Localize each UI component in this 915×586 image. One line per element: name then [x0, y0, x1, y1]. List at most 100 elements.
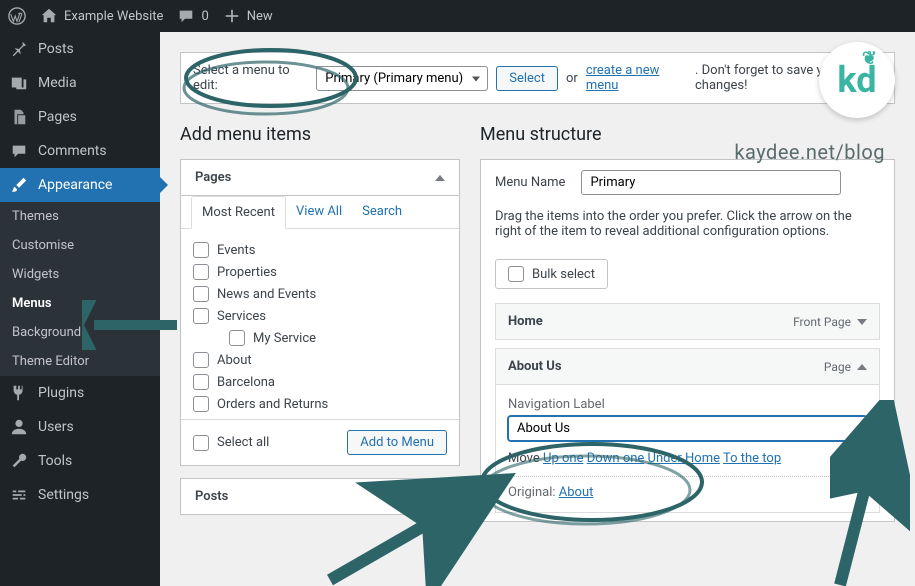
original-label: Original: [508, 485, 556, 500]
page-label: Events [217, 243, 255, 258]
plug-icon [10, 384, 28, 402]
tab-most-recent[interactable]: Most Recent [191, 196, 286, 229]
page-icon [10, 108, 28, 126]
nav-label-label: Navigation Label [508, 397, 867, 412]
chevron-down-icon [435, 494, 445, 500]
add-items-heading: Add menu items [180, 124, 460, 145]
new-link[interactable]: New [223, 7, 273, 25]
sidebar-item-posts[interactable]: Posts [0, 32, 160, 66]
select-all[interactable]: Select all [193, 435, 269, 451]
menu-dropdown[interactable]: Primary (Primary menu) [316, 66, 488, 91]
create-menu-link[interactable]: create a new menu [586, 63, 687, 93]
tab-search[interactable]: Search [352, 196, 412, 228]
site-name: Example Website [64, 9, 163, 24]
page-row[interactable]: Barcelona [193, 371, 447, 393]
new-label: New [247, 9, 273, 24]
menu-item-header[interactable]: Home Front Page [496, 304, 879, 339]
chevron-up-icon [857, 364, 867, 370]
pin-icon [10, 40, 28, 58]
checkbox[interactable] [193, 396, 209, 412]
checkbox[interactable] [193, 242, 209, 258]
chevron-up-icon [435, 175, 445, 181]
page-label: Barcelona [217, 375, 275, 390]
media-icon [10, 74, 28, 92]
sidebar-item-plugins[interactable]: Plugins [0, 376, 160, 410]
sidebar-item-tools[interactable]: Tools [0, 444, 160, 478]
page-row[interactable]: Services [193, 305, 447, 327]
sub-widgets[interactable]: Widgets [0, 260, 160, 289]
checkbox[interactable] [193, 264, 209, 280]
sidebar-label: Media [38, 75, 77, 91]
admin-bar: Example Website 0 New [0, 0, 915, 32]
page-row[interactable]: Orders and Returns [193, 393, 447, 415]
checkbox[interactable] [193, 374, 209, 390]
menu-name-input[interactable] [581, 170, 841, 195]
comments-link[interactable]: 0 [177, 7, 208, 25]
move-up-link[interactable]: Up one [543, 451, 583, 466]
user-icon [10, 418, 28, 436]
checkbox[interactable] [193, 435, 209, 451]
menu-item-home[interactable]: Home Front Page [495, 303, 880, 340]
sub-background[interactable]: Background [0, 318, 160, 347]
sub-themes[interactable]: Themes [0, 202, 160, 231]
pages-toggle[interactable]: Pages [181, 160, 459, 196]
page-row[interactable]: Properties [193, 261, 447, 283]
or-text: or [566, 71, 578, 86]
menu-item-type: Front Page [793, 315, 851, 329]
sub-menus[interactable]: Menus [0, 289, 160, 318]
wordpress-icon [8, 7, 26, 25]
tab-view-all[interactable]: View All [286, 196, 352, 228]
pages-list[interactable]: Events Properties News and Events Servic… [181, 229, 459, 419]
instructions-text: Drag the items into the order you prefer… [481, 205, 894, 251]
checkbox[interactable] [193, 308, 209, 324]
pages-title: Pages [195, 170, 231, 185]
sidebar-label: Pages [38, 109, 77, 125]
bulk-select-button[interactable]: Bulk select [495, 259, 608, 289]
checkbox[interactable] [229, 330, 245, 346]
watermark: kaydee.net/blog [734, 140, 885, 164]
comment-icon [10, 142, 28, 160]
wp-logo[interactable] [8, 7, 26, 25]
move-under-link[interactable]: Under Home [648, 451, 720, 466]
checkbox[interactable] [193, 286, 209, 302]
checkbox[interactable] [193, 352, 209, 368]
menu-item-title: Home [508, 314, 543, 329]
sidebar-label: Settings [38, 487, 89, 503]
sidebar-item-appearance[interactable]: Appearance [0, 168, 160, 202]
menu-item-about-us[interactable]: About Us Page Navigation Label Move Up o… [495, 348, 880, 513]
sidebar-label: Comments [38, 143, 107, 159]
posts-postbox: Posts [180, 478, 460, 515]
posts-toggle[interactable]: Posts [181, 479, 459, 514]
page-row[interactable]: News and Events [193, 283, 447, 305]
sub-customise[interactable]: Customise [0, 231, 160, 260]
page-label: About [217, 353, 252, 368]
wrench-icon [10, 452, 28, 470]
comment-icon [177, 7, 195, 25]
comment-count: 0 [201, 9, 208, 24]
menu-item-header[interactable]: About Us Page [496, 349, 879, 384]
page-row[interactable]: My Service [193, 327, 447, 349]
page-row[interactable]: Events [193, 239, 447, 261]
sidebar-label: Appearance [38, 177, 112, 193]
plus-icon [223, 7, 241, 25]
sub-theme-editor[interactable]: Theme Editor [0, 347, 160, 376]
move-top-link[interactable]: To the top [723, 451, 781, 466]
sliders-icon [10, 486, 28, 504]
site-link[interactable]: Example Website [40, 7, 163, 25]
sidebar-item-settings[interactable]: Settings [0, 478, 160, 512]
page-label: Orders and Returns [217, 397, 328, 412]
sidebar-item-comments[interactable]: Comments [0, 134, 160, 168]
checkbox[interactable] [508, 266, 524, 282]
select-button[interactable]: Select [496, 66, 558, 91]
original-link[interactable]: About [559, 485, 594, 500]
sidebar-item-media[interactable]: Media [0, 66, 160, 100]
sidebar-item-users[interactable]: Users [0, 410, 160, 444]
home-icon [40, 7, 58, 25]
move-down-link[interactable]: Down one [587, 451, 645, 466]
nav-label-input[interactable] [508, 416, 867, 441]
select-menu-label: Select a menu to edit: [193, 63, 308, 93]
page-row[interactable]: About [193, 349, 447, 371]
add-to-menu-button[interactable]: Add to Menu [347, 430, 447, 455]
leaf-icon: ❦ [862, 48, 877, 69]
sidebar-item-pages[interactable]: Pages [0, 100, 160, 134]
